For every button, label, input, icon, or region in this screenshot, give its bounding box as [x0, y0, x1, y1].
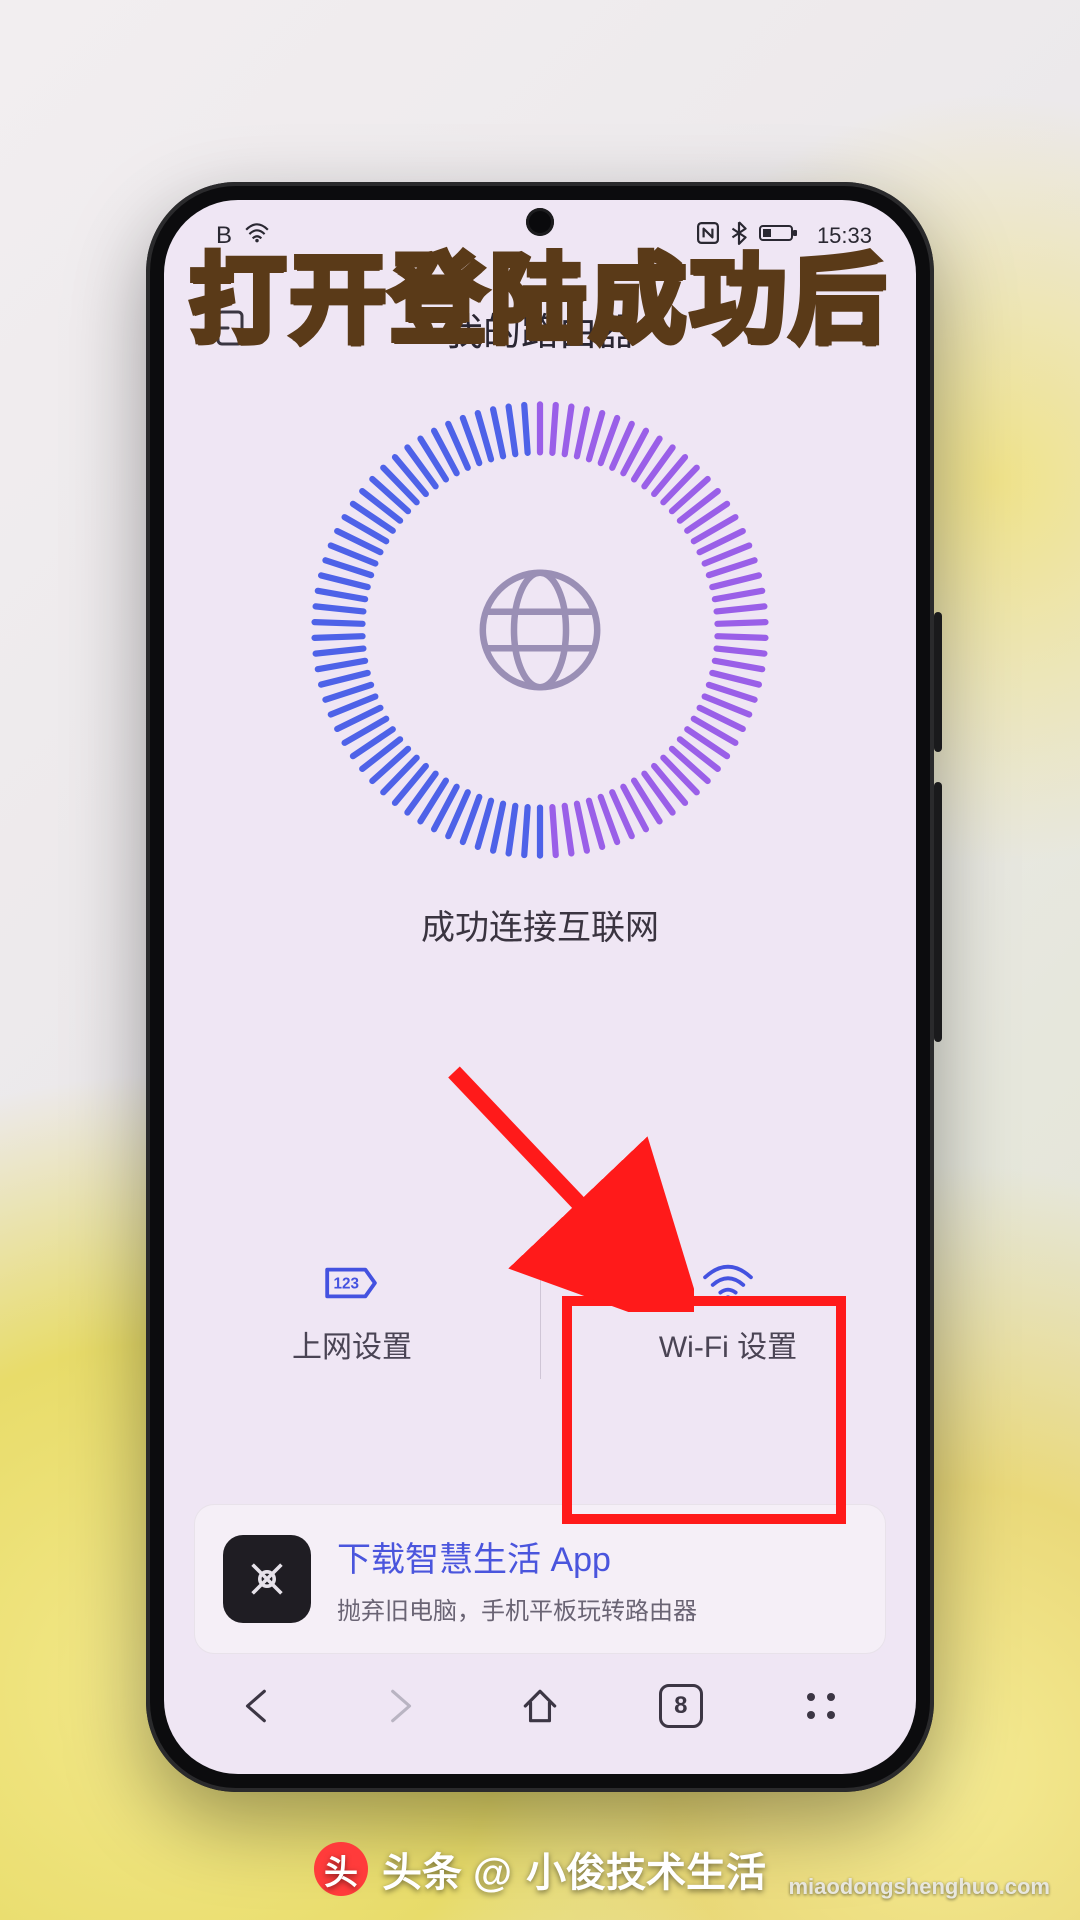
- phone-screen: B 15:33 我的: [164, 200, 916, 1774]
- watermark-text: miaodongshenghuo.com: [788, 1874, 1050, 1900]
- phone-side-button: [934, 612, 942, 752]
- app-icon: [223, 1535, 311, 1623]
- nav-forward-button[interactable]: [369, 1676, 429, 1736]
- promo-subtitle: 抛弃旧电脑，手机平板玩转路由器: [337, 1591, 697, 1626]
- nav-tabs-button[interactable]: 8: [651, 1676, 711, 1736]
- nav-back-button[interactable]: [228, 1676, 288, 1736]
- browser-nav-bar: 8: [164, 1654, 916, 1774]
- toutiao-logo-icon: 头: [314, 1842, 368, 1896]
- tile-label: 上网设置: [292, 1322, 412, 1366]
- connection-status-text: 成功连接互联网: [421, 900, 659, 949]
- credit-prefix: 头条 @: [382, 1840, 512, 1898]
- tutorial-caption: 打开登陆成功后: [0, 222, 1080, 361]
- promo-card[interactable]: 下载智慧生活 App 抛弃旧电脑，手机平板玩转路由器: [194, 1504, 886, 1654]
- globe-icon: [475, 565, 605, 695]
- nav-home-button[interactable]: [510, 1676, 570, 1736]
- svg-text:123: 123: [334, 1276, 359, 1293]
- promo-title: 下载智慧生活 App: [337, 1532, 697, 1581]
- phone-side-button: [934, 782, 942, 1042]
- annotation-highlight-box: [562, 1296, 846, 1524]
- video-credit: 头 头条 @ 小俊技术生活 miaodongshenghuo.com: [0, 1840, 1080, 1898]
- annotation-arrow: [434, 1052, 694, 1312]
- internet-settings-icon: 123: [323, 1262, 381, 1304]
- nav-menu-button[interactable]: [792, 1676, 852, 1736]
- credit-author: 小俊技术生活: [526, 1840, 766, 1898]
- connection-dial: [300, 390, 780, 870]
- phone-body: B 15:33 我的: [146, 182, 934, 1792]
